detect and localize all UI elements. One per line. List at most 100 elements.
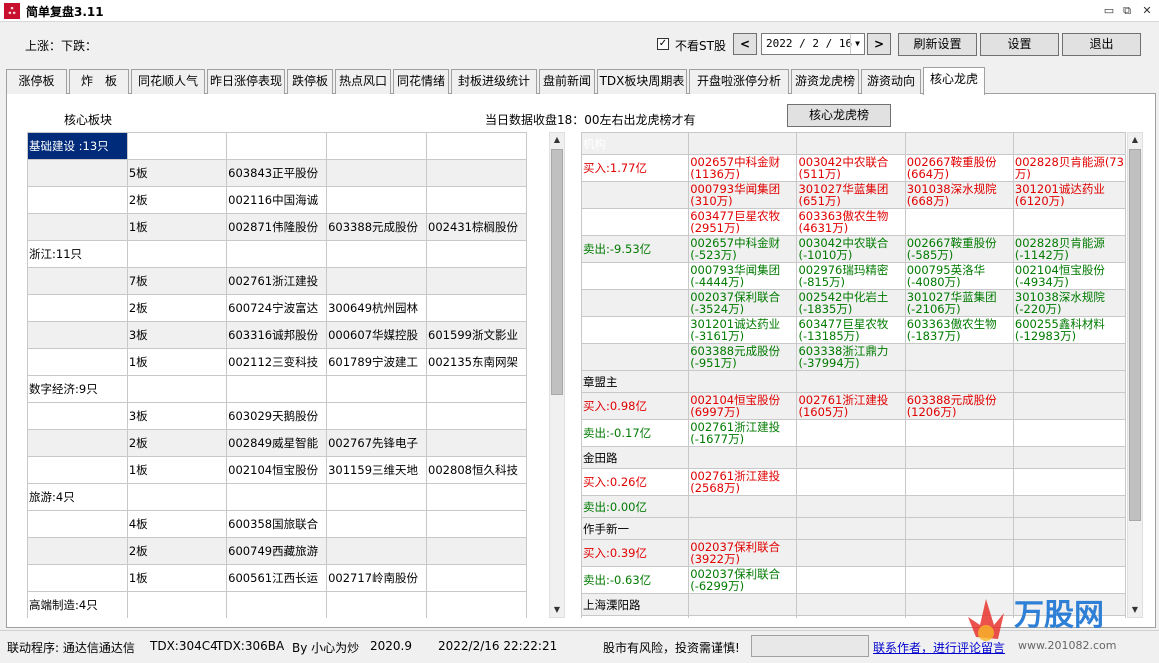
core-dragon-tiger-button[interactable]: 核心龙虎榜 [787, 104, 891, 127]
table-cell[interactable] [226, 591, 328, 618]
tab-4[interactable]: 跌停板 [287, 69, 333, 94]
table-cell[interactable]: 买入:0.26亿 [581, 468, 690, 496]
table-cell[interactable]: 1板 [126, 213, 228, 241]
trade-row[interactable]: 买入:0.26亿 002761浙江建投 (2568万) [581, 468, 1126, 496]
table-cell[interactable] [688, 132, 798, 155]
table-cell[interactable] [796, 446, 906, 469]
table-cell[interactable]: 002808恒久科技 [426, 456, 527, 484]
table-cell[interactable]: 301038深水规院 (668万) [904, 181, 1014, 209]
table-cell[interactable] [226, 483, 328, 511]
board-row[interactable]: 1板 002104恒宝股份 301159三维天地 002808恒久科技 [27, 456, 527, 484]
table-cell[interactable] [426, 294, 527, 322]
table-cell[interactable]: 002657中科金财 (1136万) [688, 154, 798, 182]
table-cell[interactable] [426, 240, 527, 268]
table-cell[interactable]: 601789宁波建工 [326, 348, 428, 376]
table-cell[interactable] [426, 537, 527, 565]
table-cell[interactable] [126, 240, 228, 268]
table-cell[interactable] [326, 132, 428, 160]
board-row[interactable]: 7板 002761浙江建投 [27, 267, 527, 295]
refresh-settings-button[interactable]: 刷新设置 [898, 33, 977, 56]
exit-button[interactable]: 退出 [1062, 33, 1141, 56]
table-cell[interactable] [904, 370, 1014, 393]
table-cell[interactable] [126, 132, 228, 160]
scroll-up-icon[interactable]: ▲ [550, 133, 564, 147]
trade-row[interactable]: 卖出:-9.53亿 002657中科金财 (-523万) 003042中农联合 (-… [581, 235, 1126, 263]
scroll-down-icon[interactable]: ▼ [550, 603, 564, 617]
table-cell[interactable]: 章盟主 [581, 370, 690, 393]
table-cell[interactable]: 数字经济:9只 [27, 375, 128, 403]
table-cell[interactable]: 高端制造:4只 [27, 591, 128, 618]
table-cell[interactable] [426, 186, 527, 214]
trade-row[interactable]: 000793华闻集团 (-4444万) 002976瑞玛精密 (-815万) 000… [581, 262, 1126, 290]
table-cell[interactable]: 603029天鹅股份 [226, 402, 328, 430]
table-cell[interactable]: 基础建设 :13只 [27, 132, 128, 160]
table-cell[interactable]: 2板 [126, 294, 228, 322]
board-row[interactable]: 1板 002871伟隆股份 603388元成股份 002431棕榈股份 [27, 213, 527, 241]
table-cell[interactable] [326, 267, 428, 295]
trade-row[interactable]: 买入:0.39亿 002037保利联合 (3922万) [581, 539, 1126, 567]
table-cell[interactable] [27, 213, 128, 241]
table-cell[interactable] [1012, 468, 1126, 496]
table-cell[interactable] [904, 419, 1014, 447]
table-cell[interactable] [796, 566, 906, 594]
table-cell[interactable] [1012, 392, 1126, 420]
right-scrollbar[interactable]: ▲ ▼ [1127, 132, 1143, 618]
trade-row[interactable]: 603477巨星农牧 (2951万) 603363傲农生物 (4631万) [581, 208, 1126, 236]
board-row[interactable]: 1板 600561江西长运 002717岭南股份 [27, 564, 527, 592]
sector-row[interactable]: 高端制造:4只 [27, 591, 527, 618]
table-cell[interactable] [426, 564, 527, 592]
table-cell[interactable] [27, 186, 128, 214]
board-row[interactable]: 4板 600358国旅联合 [27, 510, 527, 538]
table-cell[interactable] [326, 159, 428, 187]
scroll-thumb[interactable] [551, 149, 563, 395]
table-cell[interactable] [27, 267, 128, 295]
table-cell[interactable] [226, 375, 328, 403]
table-cell[interactable]: 002849威星智能 [226, 429, 328, 457]
tab-0[interactable]: 涨停板 [6, 69, 67, 94]
table-cell[interactable]: 002112三变科技 [226, 348, 328, 376]
table-cell[interactable]: 002717岭南股份 [326, 564, 428, 592]
table-cell[interactable] [904, 446, 1014, 469]
chevron-down-icon[interactable]: ▼ [850, 34, 864, 54]
tab-2[interactable]: 同花顺人气 [131, 69, 205, 94]
table-cell[interactable] [27, 510, 128, 538]
table-cell[interactable]: 301201诚达药业 (-3161万) [688, 316, 798, 344]
table-cell[interactable] [27, 564, 128, 592]
table-cell[interactable]: 603388元成股份 (-951万) [688, 343, 798, 371]
table-cell[interactable]: 002431棕榈股份 [426, 213, 527, 241]
table-cell[interactable] [27, 159, 128, 187]
table-cell[interactable]: 600255鑫科材料 (-12983万) [1012, 316, 1126, 344]
table-cell[interactable] [126, 483, 228, 511]
table-cell[interactable] [796, 495, 906, 518]
table-cell[interactable]: 002761浙江建投 (1605万) [796, 392, 906, 420]
table-cell[interactable]: 旅游:4只 [27, 483, 128, 511]
board-row[interactable]: 2板 600749西藏旅游 [27, 537, 527, 565]
left-scrollbar[interactable]: ▲ ▼ [549, 132, 565, 618]
table-cell[interactable]: 603477巨星农牧 (2951万) [688, 208, 798, 236]
table-cell[interactable]: 000793华闻集团 (-4444万) [688, 262, 798, 290]
table-cell[interactable]: 603363傲农生物 (4631万) [796, 208, 906, 236]
table-cell[interactable]: 7板 [126, 267, 228, 295]
table-cell[interactable] [326, 510, 428, 538]
table-cell[interactable]: 作手新一 [581, 517, 690, 540]
trade-row[interactable]: 买入:1.77亿 002657中科金财 (1136万) 003042中农联合 (51… [581, 154, 1126, 182]
tab-10[interactable]: 开盘啦涨停分析 [689, 69, 789, 94]
table-cell[interactable] [1012, 370, 1126, 393]
tab-12[interactable]: 游资动向 [861, 69, 921, 94]
close-icon[interactable]: ✕ [1139, 3, 1155, 19]
table-cell[interactable]: 1板 [126, 348, 228, 376]
table-cell[interactable]: 5板 [126, 159, 228, 187]
board-row[interactable]: 2板 002849威星智能 002767先锋电子 [27, 429, 527, 457]
board-row[interactable]: 2板 002116中国海诚 [27, 186, 527, 214]
scroll-thumb[interactable] [1129, 149, 1141, 521]
settings-button[interactable]: 设置 [980, 33, 1059, 56]
table-cell[interactable] [904, 468, 1014, 496]
table-cell[interactable]: 002037保利联合 (-3524万) [688, 289, 798, 317]
board-row[interactable]: 2板 600724宁波富达 300649杭州园林 [27, 294, 527, 322]
table-cell[interactable]: 卖出:0.00亿 [581, 495, 690, 518]
table-cell[interactable] [688, 593, 798, 616]
table-cell[interactable]: 603388元成股份 [326, 213, 428, 241]
table-cell[interactable]: 002976瑞玛精密 (-815万) [796, 262, 906, 290]
table-cell[interactable]: 2板 [126, 429, 228, 457]
board-row[interactable]: 1板 002112三变科技 601789宁波建工 002135东南网架 [27, 348, 527, 376]
